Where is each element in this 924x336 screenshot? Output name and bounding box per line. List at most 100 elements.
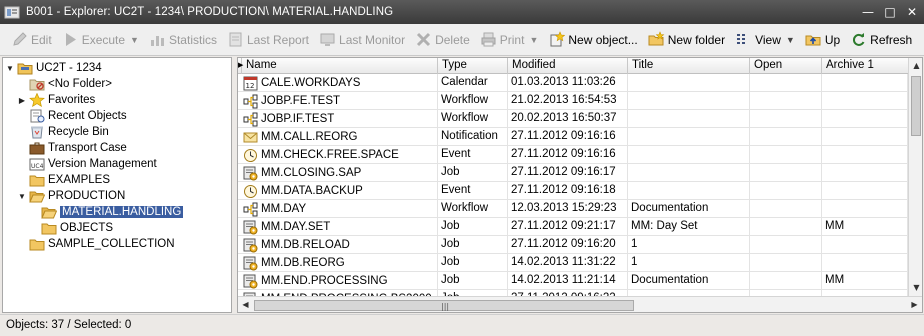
- tree-item-no-folder[interactable]: <No Folder>: [29, 76, 112, 92]
- cell-name: JOBP.FE.TEST: [242, 92, 438, 110]
- table-row[interactable]: JOBP.FE.TEST Workflow 21.02.2013 16:54:53: [238, 92, 908, 110]
- last-monitor-button[interactable]: Last Monitor: [316, 28, 408, 52]
- scroll-left-icon[interactable]: ◀: [238, 297, 253, 312]
- tree-item-label: Version Management: [48, 158, 157, 170]
- cell-title: [628, 164, 750, 182]
- cell-type: Workflow: [438, 110, 508, 128]
- new-folder-button[interactable]: New folder: [645, 28, 728, 52]
- tree-item-version-management[interactable]: UC4 Version Management: [29, 156, 157, 172]
- horizontal-scroll-thumb[interactable]: |||: [254, 300, 634, 311]
- calendar-icon: 12: [243, 76, 258, 90]
- tree-item-recycle-bin[interactable]: Recycle Bin: [29, 124, 109, 140]
- print-button[interactable]: Print ▼: [477, 28, 542, 52]
- column-header-title[interactable]: Title: [628, 58, 750, 74]
- play-icon: [65, 33, 76, 46]
- collapse-icon[interactable]: ▼: [17, 192, 27, 201]
- close-button[interactable]: ✕: [904, 4, 920, 20]
- vertical-scrollbar[interactable]: ▲ ▼: [908, 58, 922, 296]
- monitor-icon: [320, 33, 335, 46]
- cell-title: [628, 110, 750, 128]
- last-report-button[interactable]: Last Report: [224, 28, 312, 52]
- view-list-icon: [737, 34, 746, 44]
- chevron-down-icon[interactable]: ▼: [529, 35, 538, 45]
- column-header-modified[interactable]: Modified: [508, 58, 628, 74]
- table-row[interactable]: JOBP.IF.TEST Workflow 20.02.2013 16:50:37: [238, 110, 908, 128]
- tree-item-examples[interactable]: EXAMPLES: [29, 172, 110, 188]
- star-icon: [29, 93, 45, 107]
- column-header-type[interactable]: Type: [438, 58, 508, 74]
- event-clock-icon: [244, 184, 257, 198]
- chevron-down-icon[interactable]: ▼: [786, 35, 795, 45]
- toolbar: Edit Execute ▼ Statistics Last Report La…: [0, 24, 924, 56]
- tree-item-label: PRODUCTION: [48, 190, 126, 202]
- tree-item-favorites[interactable]: ▶ Favorites: [17, 92, 95, 108]
- table-row[interactable]: MM.DAY Workflow 12.03.2013 15:29:23 Documen…: [238, 200, 908, 218]
- svg-text:12: 12: [246, 82, 255, 90]
- tree-item-label: OBJECTS: [60, 222, 114, 234]
- last-report-label: Last Report: [246, 32, 310, 47]
- cell-archive: [822, 200, 908, 218]
- tree-root[interactable]: ▼ UC2T - 1234: [5, 60, 102, 76]
- cell-title: [628, 92, 750, 110]
- table-row[interactable]: MM.END.PROCESSING Job 14.02.2013 11:21:14 D…: [238, 272, 908, 290]
- statistics-label: Statistics: [168, 32, 217, 47]
- cell-name: MM.CALL.REORG: [242, 128, 438, 146]
- tree-item-sample-collection[interactable]: SAMPLE_COLLECTION: [29, 236, 175, 252]
- table-row[interactable]: MM.CHECK.FREE.SPACE Event 27.11.2012 09:16…: [238, 146, 908, 164]
- table-row[interactable]: MM.DB.REORG Job 14.02.2013 11:31:22 1: [238, 254, 908, 272]
- tree-item-recent-objects[interactable]: Recent Objects: [29, 108, 127, 124]
- table-row[interactable]: MM.DB.RELOAD Job 27.11.2012 09:16:20 1: [238, 236, 908, 254]
- new-object-button[interactable]: New object...: [545, 28, 640, 52]
- cell-open: [750, 182, 822, 200]
- cell-type: Event: [438, 182, 508, 200]
- table-row[interactable]: MM.DATA.BACKUP Event 27.11.2012 09:16:18: [238, 182, 908, 200]
- cell-title: [628, 128, 750, 146]
- new-object-icon: [550, 31, 566, 47]
- scroll-right-icon[interactable]: ▶: [907, 297, 922, 312]
- horizontal-scrollbar[interactable]: ◀ ||| ▶: [238, 296, 922, 312]
- tree-item-label: Recycle Bin: [48, 126, 109, 138]
- tree-item-material-handling[interactable]: MATERIAL.HANDLING: [41, 204, 184, 220]
- up-button[interactable]: Up: [802, 28, 843, 52]
- cell-modified: 20.02.2013 16:50:37: [508, 110, 628, 128]
- tree-root-label: UC2T - 1234: [36, 62, 102, 74]
- column-header-archive[interactable]: Archive 1: [822, 58, 908, 74]
- cell-type: Job: [438, 236, 508, 254]
- maximize-button[interactable]: □: [882, 4, 898, 20]
- delete-button[interactable]: Delete: [412, 28, 473, 52]
- scroll-up-icon[interactable]: ▲: [909, 58, 922, 74]
- job-icon: [243, 220, 258, 234]
- minimize-button[interactable]: —: [860, 4, 876, 20]
- expand-icon[interactable]: ▶: [17, 96, 27, 105]
- cell-type: Job: [438, 272, 508, 290]
- column-header-open[interactable]: Open: [750, 58, 822, 74]
- column-header-name[interactable]: Name: [242, 58, 438, 74]
- vertical-scroll-thumb[interactable]: [911, 76, 921, 136]
- cell-type: Calendar: [438, 74, 508, 92]
- view-button[interactable]: View ▼: [732, 28, 798, 52]
- tree-item-label: Transport Case: [48, 142, 127, 154]
- edit-button[interactable]: Edit: [8, 28, 55, 52]
- chevron-down-icon[interactable]: ▼: [130, 35, 139, 45]
- print-label: Print: [499, 32, 525, 47]
- table-row[interactable]: MM.DAY.SET Job 27.11.2012 09:21:17 MM: Day …: [238, 218, 908, 236]
- scroll-down-icon[interactable]: ▼: [909, 280, 922, 296]
- job-icon: [243, 166, 258, 180]
- tree-item-production[interactable]: ▼ PRODUCTION: [17, 188, 125, 204]
- table-row[interactable]: MM.CALL.REORG Notification 27.11.2012 09:1…: [238, 128, 908, 146]
- delete-label: Delete: [435, 32, 470, 47]
- refresh-button[interactable]: Refresh: [847, 28, 915, 52]
- cell-title: [628, 182, 750, 200]
- tree-item-transport-case[interactable]: Transport Case: [29, 140, 127, 156]
- table-row[interactable]: MM.CLOSING.SAP Job 27.11.2012 09:16:17: [238, 164, 908, 182]
- workflow-icon: [243, 112, 258, 126]
- cell-title: MM: Day Set: [628, 218, 750, 236]
- table-row[interactable]: 12 CALE.WORKDAYS Calendar 01.03.2013 11:03:…: [238, 74, 908, 92]
- tree-item-objects[interactable]: OBJECTS: [41, 220, 113, 236]
- briefcase-icon: [29, 142, 45, 155]
- statistics-button[interactable]: Statistics: [146, 28, 220, 52]
- row-name: MM.CALL.REORG: [261, 130, 358, 143]
- collapse-icon[interactable]: ▼: [5, 64, 15, 73]
- new-folder-label: New folder: [667, 32, 726, 47]
- execute-button[interactable]: Execute ▼: [59, 28, 142, 52]
